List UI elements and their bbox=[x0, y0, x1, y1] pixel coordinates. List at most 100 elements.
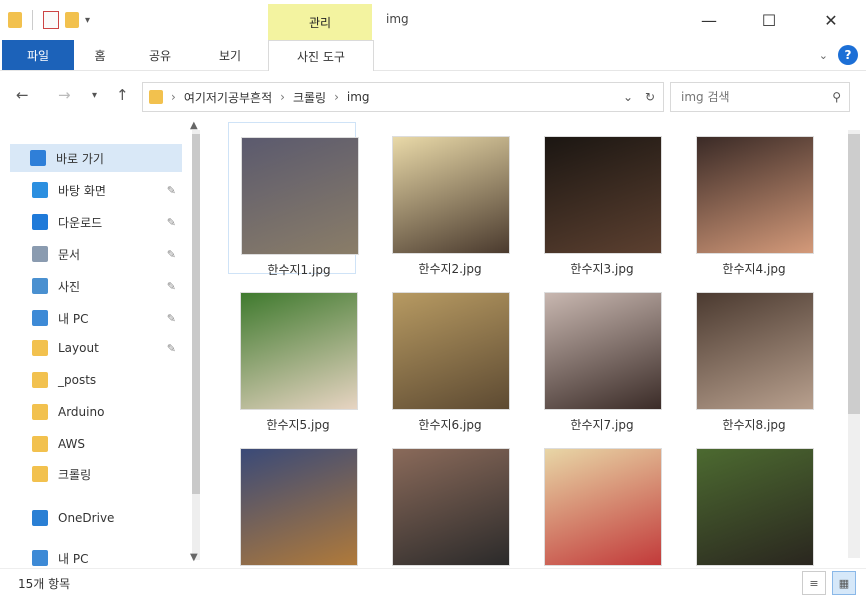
breadcrumb-item[interactable]: img bbox=[347, 90, 370, 104]
image-thumbnail[interactable] bbox=[392, 136, 510, 254]
file-name: 한수지4.jpg bbox=[722, 262, 786, 276]
tab-file[interactable]: 파일 bbox=[2, 40, 74, 70]
file-item[interactable]: 한수지2.jpg bbox=[380, 122, 510, 276]
refresh-icon[interactable]: ↻ bbox=[645, 90, 655, 104]
file-item[interactable]: 한수지8.jpg bbox=[684, 278, 814, 432]
file-name: 한수지8.jpg bbox=[722, 418, 786, 432]
file-item[interactable]: 한수지1.jpg bbox=[228, 122, 359, 277]
breadcrumb-item[interactable]: 크롤링 bbox=[293, 89, 326, 106]
image-thumbnail[interactable] bbox=[544, 448, 662, 566]
sidebar-item[interactable]: 바탕 화면 ✎ bbox=[12, 176, 182, 204]
toolbar-divider bbox=[32, 10, 33, 30]
expand-ribbon-icon[interactable]: ⌄ bbox=[819, 49, 828, 62]
recent-locations-icon[interactable]: ▾ bbox=[92, 90, 97, 101]
image-thumbnail[interactable] bbox=[240, 448, 358, 566]
tab-share[interactable]: 공유 bbox=[134, 40, 186, 70]
sidebar-item[interactable]: OneDrive bbox=[12, 504, 182, 532]
image-thumbnail[interactable] bbox=[696, 448, 814, 566]
scroll-up-icon[interactable]: ▲ bbox=[190, 120, 198, 131]
file-name: 한수지7.jpg bbox=[570, 418, 634, 432]
folder-icon bbox=[32, 372, 48, 388]
pc-icon bbox=[32, 310, 48, 326]
large-icons-view-icon[interactable]: ▦ bbox=[832, 571, 856, 595]
customize-toolbar-icon[interactable]: ▾ bbox=[85, 15, 90, 26]
help-button[interactable]: ? bbox=[838, 45, 858, 65]
sidebar-item[interactable]: 크롤링 bbox=[12, 460, 182, 488]
file-item[interactable]: 한수지6.jpg bbox=[380, 278, 510, 432]
sidebar-item[interactable]: 바로 가기 bbox=[10, 144, 182, 172]
details-view-icon[interactable]: ≡ bbox=[802, 571, 826, 595]
image-thumbnail[interactable] bbox=[544, 136, 662, 254]
file-item[interactable]: 한수지5.jpg bbox=[228, 278, 358, 432]
file-item[interactable]: 한수지4.jpg bbox=[684, 122, 814, 276]
search-input[interactable] bbox=[679, 89, 813, 105]
sidebar-item[interactable]: AWS bbox=[12, 430, 182, 458]
manage-context-tab[interactable]: 관리 bbox=[268, 4, 372, 40]
file-item[interactable] bbox=[380, 434, 510, 584]
pin-icon: ✎ bbox=[166, 183, 176, 197]
scrollbar-thumb[interactable] bbox=[192, 134, 200, 494]
pin-icon: ✎ bbox=[166, 247, 176, 261]
image-thumbnail[interactable] bbox=[392, 448, 510, 566]
minimize-button[interactable]: — bbox=[686, 4, 732, 36]
maximize-button[interactable]: ☐ bbox=[746, 4, 792, 36]
file-item[interactable]: 한수지7.jpg bbox=[532, 278, 662, 432]
sidebar-item-label: 크롤링 bbox=[58, 467, 92, 482]
file-item[interactable]: 한수지3.jpg bbox=[532, 122, 662, 276]
scroll-down-icon[interactable]: ▼ bbox=[190, 552, 198, 563]
sidebar-item-label: 사진 bbox=[58, 279, 81, 294]
forward-arrow-icon[interactable]: → bbox=[58, 86, 71, 104]
back-arrow-icon[interactable]: ← bbox=[16, 86, 29, 104]
search-box[interactable]: ⚲ bbox=[670, 82, 850, 112]
file-item[interactable] bbox=[684, 434, 814, 584]
tab-picture-tools[interactable]: 사진 도구 bbox=[268, 40, 374, 71]
breadcrumb-separator: › bbox=[280, 90, 285, 104]
pin-icon: ✎ bbox=[166, 279, 176, 293]
sidebar-item[interactable]: 문서 ✎ bbox=[12, 240, 182, 268]
image-thumbnail[interactable] bbox=[544, 292, 662, 410]
status-bar: 15개 항목 ≡ ▦ bbox=[0, 568, 866, 597]
content-scrollbar[interactable] bbox=[844, 120, 864, 568]
sidebar-item-label: 다운로드 bbox=[58, 215, 103, 230]
file-view: 한수지1.jpg 한수지2.jpg 한수지3.jpg 한수지4.jpg 한수지5.jpg… bbox=[214, 120, 844, 568]
sidebar-item[interactable]: Arduino bbox=[12, 398, 182, 426]
properties-icon[interactable] bbox=[43, 11, 59, 29]
image-thumbnail[interactable] bbox=[240, 292, 358, 410]
search-icon[interactable]: ⚲ bbox=[832, 90, 841, 104]
sidebar-item-label: _posts bbox=[58, 373, 97, 387]
sidebar-scrollbar[interactable]: ▲ ▼ bbox=[186, 120, 206, 568]
view-switcher: ≡ ▦ bbox=[802, 571, 856, 595]
address-bar[interactable]: › 여기저기공부흔적 › 크롤링 › img ⌄ ↻ bbox=[142, 82, 664, 112]
sidebar-item[interactable]: 내 PC ✎ bbox=[12, 304, 182, 332]
sidebar-item[interactable]: 사진 ✎ bbox=[12, 272, 182, 300]
chevron-down-icon[interactable]: ⌄ bbox=[623, 90, 633, 104]
sidebar-item-label: 문서 bbox=[58, 247, 81, 262]
close-button[interactable]: ✕ bbox=[808, 4, 854, 36]
tab-home[interactable]: 홈 bbox=[82, 40, 118, 70]
pictures-icon bbox=[32, 278, 48, 294]
image-thumbnail[interactable] bbox=[392, 292, 510, 410]
image-thumbnail[interactable] bbox=[241, 137, 359, 255]
sidebar-item[interactable]: 다운로드 ✎ bbox=[12, 208, 182, 236]
pc-icon bbox=[32, 550, 48, 566]
sidebar-item-label: 내 PC bbox=[58, 551, 89, 566]
file-item[interactable] bbox=[228, 434, 358, 584]
tab-view[interactable]: 보기 bbox=[204, 40, 256, 70]
cloud-icon bbox=[32, 510, 48, 526]
sidebar-item-label: AWS bbox=[58, 437, 86, 451]
breadcrumb-item[interactable]: 여기저기공부흔적 bbox=[184, 89, 272, 106]
image-thumbnail[interactable] bbox=[696, 292, 814, 410]
sidebar-item[interactable]: Layout ✎ bbox=[12, 334, 182, 362]
file-name: 한수지6.jpg bbox=[418, 418, 482, 432]
file-item[interactable] bbox=[532, 434, 662, 584]
scrollbar-thumb[interactable] bbox=[848, 134, 860, 414]
sidebar-item[interactable]: _posts bbox=[12, 366, 182, 394]
image-thumbnail[interactable] bbox=[696, 136, 814, 254]
new-folder-icon[interactable] bbox=[65, 12, 79, 28]
navigation-bar: ← → ▾ ↑ › 여기저기공부흔적 › 크롤링 › img ⌄ ↻ ⚲ bbox=[0, 78, 866, 114]
file-name: 한수지5.jpg bbox=[266, 418, 330, 432]
sidebar-item-label: 바탕 화면 bbox=[58, 183, 106, 198]
folder-icon bbox=[32, 340, 48, 356]
up-arrow-icon[interactable]: ↑ bbox=[116, 86, 129, 104]
desktop-icon bbox=[32, 182, 48, 198]
